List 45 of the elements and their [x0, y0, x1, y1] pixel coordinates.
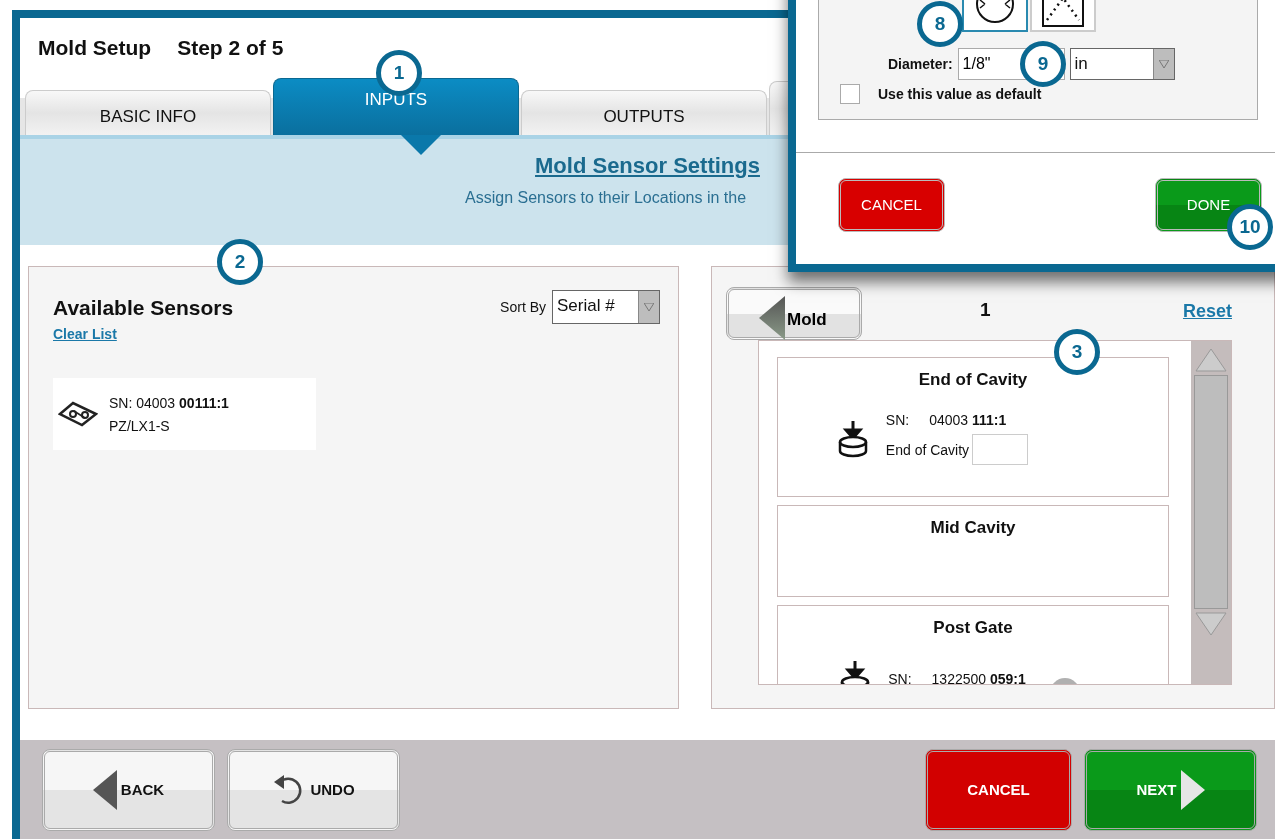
footer-button[interactable]: UNDO — [227, 748, 400, 831]
footer-button[interactable]: CANCEL — [925, 748, 1072, 831]
section-subtitle: Assign Sensors to their Locations in the — [465, 189, 747, 207]
section-title-link[interactable]: Mold Sensor Settings — [535, 153, 760, 179]
cavity-number: 1 — [980, 299, 991, 321]
window-title: Mold Setup — [38, 36, 152, 60]
serial-number: 1322500 059:1 — [931, 671, 1026, 684]
footer-button[interactable]: NEXT — [1084, 748, 1257, 831]
location-card[interactable]: End of Cavity SN: 04003 111:1 End of Cavity — [777, 357, 1169, 497]
location-card[interactable]: Mid Cavity — [777, 505, 1169, 597]
sort-dropdown[interactable]: Serial # — [552, 290, 660, 324]
cancel-button[interactable]: CANCEL — [838, 177, 945, 232]
tab[interactable]: OUTPUTS — [521, 90, 767, 135]
diameter-label: Diameter: — [888, 56, 953, 72]
serial-label: SN: — [888, 671, 912, 684]
sensor-icon — [58, 400, 98, 428]
location-name: Mid Cavity — [930, 518, 1016, 538]
sensor-card[interactable]: SN: 04003 00111:1 PZ/LX1-S — [53, 378, 316, 450]
tab[interactable]: BASIC INFO — [25, 90, 271, 135]
unit-dropdown[interactable]: in — [1069, 48, 1175, 80]
caret-icon — [644, 303, 654, 311]
step-indicator: Step 2 of 5 — [177, 36, 284, 60]
tab-pointer-icon — [401, 135, 441, 155]
checkbox-label: Use this value as default — [878, 86, 1042, 102]
checkbox[interactable] — [840, 84, 860, 104]
reset-link[interactable]: Reset — [1182, 301, 1232, 322]
input-field[interactable] — [972, 434, 1029, 465]
footer-button[interactable]: BACK — [42, 748, 215, 831]
location-name: End of Cavity — [918, 370, 1028, 390]
sensor-model: PZ/LX1-S — [109, 417, 171, 434]
serial-label: SN: — [885, 412, 910, 428]
serial-number: 04003 111:1 — [929, 412, 1007, 428]
triangle-icon — [759, 296, 785, 340]
field-label: End of Cavity — [885, 441, 970, 458]
sort-label: Sort By — [500, 299, 546, 315]
panel-title: Available Sensors — [53, 296, 234, 320]
scrollbar[interactable] — [1191, 341, 1231, 684]
cavity-sensor-icon — [837, 419, 868, 458]
location-name: Post Gate — [933, 618, 1013, 638]
back-arrow-icon — [92, 769, 117, 810]
mold-back-button[interactable]: Mold — [726, 287, 862, 340]
serial-number: SN: 04003 00111:1 — [109, 394, 229, 411]
caret-icon — [1158, 60, 1169, 68]
clear-list-link[interactable]: Clear List — [53, 326, 117, 342]
next-arrow-icon — [1180, 769, 1205, 810]
